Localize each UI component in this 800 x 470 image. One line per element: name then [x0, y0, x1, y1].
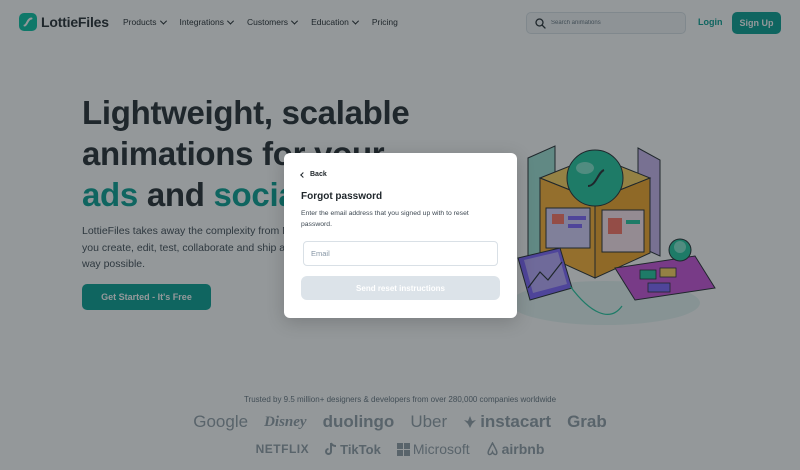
email-field[interactable] [303, 241, 498, 266]
dialog-title: Forgot password [301, 191, 383, 202]
chevron-left-icon [300, 171, 306, 178]
back-button[interactable]: Back [300, 171, 327, 178]
dialog-description: Enter the email address that you signed … [301, 210, 469, 228]
send-reset-instructions-button[interactable]: Send reset instructions [301, 276, 500, 300]
forgot-password-dialog: Back Forgot password Enter the email add… [284, 153, 517, 318]
